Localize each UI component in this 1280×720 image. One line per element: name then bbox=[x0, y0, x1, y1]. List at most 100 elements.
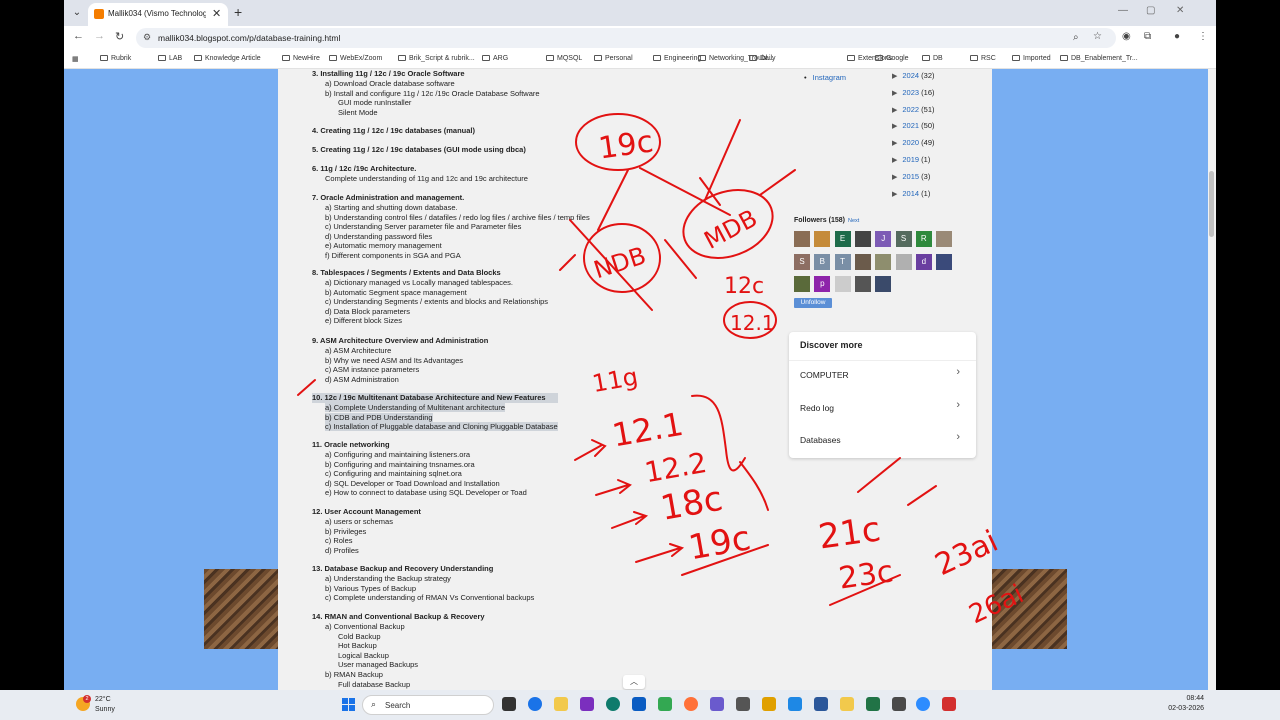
system-clock[interactable]: 08:44 02-03-2026 bbox=[1166, 694, 1204, 714]
instagram-link[interactable]: Instagram bbox=[804, 73, 846, 82]
archive-year[interactable]: 2021 bbox=[902, 121, 919, 130]
site-info-icon[interactable]: ⚙ bbox=[143, 32, 151, 43]
extensions-icon[interactable]: ⧉ bbox=[1144, 31, 1151, 42]
bookmark-item[interactable]: Knowledge Article bbox=[194, 55, 261, 62]
follower-avatar[interactable] bbox=[794, 231, 810, 247]
follower-avatar[interactable]: S bbox=[794, 253, 810, 270]
bookmark-item[interactable]: Personal bbox=[594, 55, 633, 62]
follower-avatar[interactable] bbox=[834, 276, 851, 292]
page-scrollbar[interactable] bbox=[1208, 69, 1216, 690]
follower-avatar[interactable]: T bbox=[834, 253, 851, 270]
menu-icon[interactable]: ⋮ bbox=[1198, 31, 1208, 42]
app-icon-red[interactable] bbox=[942, 697, 956, 711]
minimize-icon[interactable]: — bbox=[1118, 5, 1128, 16]
expand-triangle-icon[interactable]: ▶ bbox=[892, 157, 897, 164]
follower-avatar[interactable]: R bbox=[915, 231, 932, 247]
archive-year[interactable]: 2019 bbox=[902, 155, 919, 164]
bookmark-item[interactable]: WebEx/Zoom bbox=[329, 55, 382, 62]
archive-year-item[interactable]: ▶ 2014 (1) bbox=[892, 189, 930, 198]
expand-triangle-icon[interactable]: ▶ bbox=[892, 174, 897, 181]
archive-year-item[interactable]: ▶ 2019 (1) bbox=[892, 155, 930, 164]
file-explorer-icon[interactable] bbox=[554, 697, 568, 711]
app-icon-green[interactable] bbox=[658, 697, 672, 711]
bookmark-item[interactable]: Daily bbox=[749, 55, 776, 62]
zoom-icon[interactable]: ⌕ bbox=[1073, 32, 1079, 43]
weather-condition[interactable]: Sunny bbox=[95, 706, 115, 713]
excel-icon[interactable] bbox=[866, 697, 880, 711]
follower-avatar[interactable]: B bbox=[814, 253, 831, 270]
scrollbar-thumb[interactable] bbox=[1209, 171, 1214, 237]
bookmark-item[interactable]: Google bbox=[875, 55, 909, 62]
discover-item-databases[interactable]: Databases bbox=[800, 435, 841, 445]
follower-avatar[interactable] bbox=[936, 231, 953, 247]
archive-year-item[interactable]: ▶ 2022 (51) bbox=[892, 105, 935, 114]
archive-year-item[interactable]: ▶ 2015 (3) bbox=[892, 172, 930, 181]
edge-icon[interactable] bbox=[606, 697, 620, 711]
close-tab-icon[interactable]: ✕ bbox=[212, 7, 221, 20]
archive-year[interactable]: 2022 bbox=[902, 105, 919, 114]
onenote-icon[interactable] bbox=[580, 697, 594, 711]
unfollow-button[interactable]: Unfollow bbox=[794, 298, 832, 308]
start-button-icon[interactable] bbox=[342, 698, 356, 712]
bookmark-star-icon[interactable]: ☆ bbox=[1093, 31, 1102, 42]
new-tab-icon[interactable]: + bbox=[234, 4, 242, 20]
follower-avatar[interactable] bbox=[854, 253, 871, 270]
expand-triangle-icon[interactable]: ▶ bbox=[892, 123, 897, 130]
close-window-icon[interactable]: ✕ bbox=[1176, 5, 1184, 16]
follower-avatar[interactable] bbox=[875, 253, 892, 270]
bookmark-item[interactable]: DB_Enablement_Tr... bbox=[1060, 55, 1138, 62]
follower-avatar[interactable]: J bbox=[875, 231, 892, 247]
sticky-notes-icon[interactable] bbox=[840, 697, 854, 711]
apps-grid-icon[interactable]: ▦ bbox=[72, 55, 79, 63]
archive-year[interactable]: 2014 bbox=[902, 189, 919, 198]
reload-icon[interactable]: ↻ bbox=[115, 30, 124, 43]
follower-avatar[interactable] bbox=[854, 276, 871, 292]
expand-triangle-icon[interactable]: ▶ bbox=[892, 140, 897, 147]
extension-color-icon[interactable]: ◉ bbox=[1122, 31, 1131, 42]
archive-year[interactable]: 2020 bbox=[902, 138, 919, 147]
bookmark-item[interactable]: Engineering bbox=[653, 55, 701, 62]
taskbar-search[interactable]: ⌕ Search bbox=[362, 695, 494, 715]
follower-avatar[interactable]: d bbox=[915, 253, 932, 270]
follower-avatar[interactable]: E bbox=[834, 231, 851, 247]
bookmark-item[interactable]: DB bbox=[922, 55, 943, 62]
discover-item-computer[interactable]: COMPUTER bbox=[800, 370, 849, 380]
maximize-icon[interactable]: ▢ bbox=[1146, 5, 1155, 16]
terminal-icon[interactable] bbox=[892, 697, 906, 711]
follower-avatar[interactable] bbox=[895, 253, 912, 270]
archive-year-item[interactable]: ▶ 2023 (16) bbox=[892, 88, 935, 97]
expand-triangle-icon[interactable]: ▶ bbox=[892, 73, 897, 80]
chevron-right-icon[interactable]: › bbox=[956, 399, 960, 411]
expand-triangle-icon[interactable]: ▶ bbox=[892, 107, 897, 114]
archive-year-item[interactable]: ▶ 2024 (32) bbox=[892, 71, 935, 80]
bookmark-item[interactable]: LAB bbox=[158, 55, 182, 62]
teams-icon[interactable] bbox=[710, 697, 724, 711]
follower-avatar[interactable] bbox=[814, 231, 831, 247]
expand-triangle-icon[interactable]: ▶ bbox=[892, 191, 897, 198]
forward-icon[interactable]: → bbox=[94, 30, 105, 42]
follower-avatar[interactable] bbox=[854, 231, 871, 247]
follower-avatar[interactable] bbox=[936, 253, 953, 270]
notepad-icon[interactable] bbox=[736, 697, 750, 711]
browser-tab[interactable]: Mallik034 (Vismo Technologies ✕ bbox=[88, 3, 228, 26]
copilot-icon[interactable] bbox=[762, 697, 776, 711]
follower-avatar[interactable] bbox=[875, 276, 892, 292]
weather-temperature[interactable]: 22°C bbox=[95, 696, 111, 703]
expand-triangle-icon[interactable]: ▶ bbox=[892, 90, 897, 97]
bookmark-item[interactable]: RSC bbox=[970, 55, 996, 62]
bookmark-item[interactable]: Imported bbox=[1012, 55, 1051, 62]
bookmark-item[interactable]: Brik_Script & rubrik... bbox=[398, 55, 475, 62]
scroll-up-chevron-icon[interactable]: ︿ bbox=[623, 675, 645, 689]
bookmark-item[interactable]: ARG bbox=[482, 55, 508, 62]
profile-avatar[interactable]: ● bbox=[1174, 31, 1180, 42]
archive-year[interactable]: 2023 bbox=[902, 88, 919, 97]
archive-year-item[interactable]: ▶ 2020 (49) bbox=[892, 138, 935, 147]
chevron-right-icon[interactable]: › bbox=[956, 366, 960, 378]
archive-year[interactable]: 2024 bbox=[902, 71, 919, 80]
tab-search-icon[interactable]: ⌄ bbox=[68, 4, 86, 22]
task-view-icon[interactable] bbox=[502, 697, 516, 711]
follower-avatar[interactable]: p bbox=[814, 276, 831, 292]
app-icon-blue[interactable] bbox=[788, 697, 802, 711]
zoom-app-icon[interactable] bbox=[916, 697, 930, 711]
outlook-icon[interactable] bbox=[632, 697, 646, 711]
